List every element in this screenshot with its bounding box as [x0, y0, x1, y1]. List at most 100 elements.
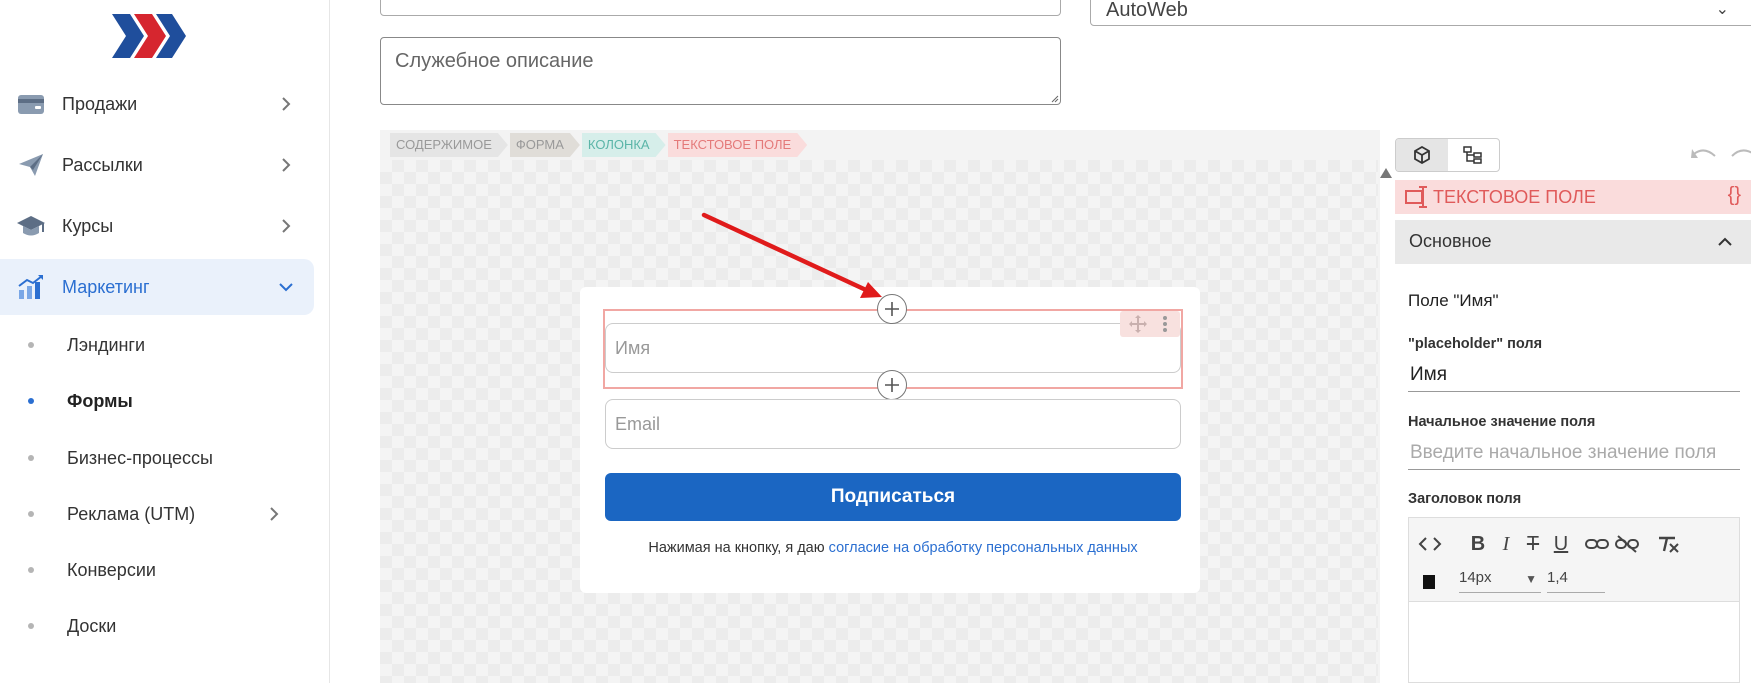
- bullet-icon: [28, 567, 34, 573]
- code-braces-button[interactable]: {}: [1728, 184, 1741, 207]
- link-icon[interactable]: [1584, 532, 1610, 556]
- chevron-right-icon: [270, 507, 279, 521]
- unlink-icon[interactable]: [1614, 532, 1640, 556]
- field-title: Поле "Имя": [1408, 291, 1499, 310]
- underline-icon[interactable]: U: [1548, 532, 1574, 556]
- code-view-icon[interactable]: [1417, 532, 1443, 556]
- sidebar-subitem-landings[interactable]: Лэндинги: [0, 325, 314, 365]
- chevron-right-icon: [282, 158, 291, 172]
- sidebar-subitem-label: Формы: [67, 390, 133, 411]
- placeholder-input[interactable]: Имя: [1408, 360, 1740, 392]
- element-header: ТЕКСТОВОЕ ПОЛЕ {}: [1395, 180, 1751, 214]
- site-select[interactable]: AutoWeb ⌄: [1090, 0, 1751, 26]
- font-size-value: 14px: [1459, 569, 1492, 586]
- line-height-input[interactable]: 1,4: [1547, 569, 1605, 593]
- sidebar: Продажи Рассылки Курсы Маркетинг Лэндинг…: [0, 0, 330, 683]
- logo-icon: [112, 14, 186, 58]
- element-tools: [1120, 311, 1180, 337]
- name-field[interactable]: Имя: [605, 323, 1181, 373]
- chevron-right-icon: [282, 97, 291, 111]
- resize-grip-icon[interactable]: [1051, 95, 1059, 103]
- caret-down-icon: ▼: [1525, 572, 1537, 586]
- bullet-icon: [28, 511, 34, 517]
- consent-text-prefix: Нажимая на кнопку, я даю: [648, 540, 829, 556]
- sidebar-item-label: Рассылки: [62, 154, 143, 175]
- sidebar-subitem-conversions[interactable]: Конверсии: [0, 550, 314, 590]
- name-field-placeholder: Имя: [615, 338, 651, 358]
- chevron-down-icon: [279, 283, 293, 292]
- sidebar-subitem-label: Реклама (UTM): [67, 503, 196, 524]
- bullet-icon: [28, 398, 34, 404]
- bullet-icon: [28, 342, 34, 348]
- chart-growth-icon: [16, 272, 46, 302]
- sidebar-item-label: Курсы: [62, 215, 114, 236]
- element-title: ТЕКСТОВОЕ ПОЛЕ: [1433, 187, 1596, 207]
- sidebar-item-mailings[interactable]: Рассылки: [0, 137, 314, 193]
- subscribe-button[interactable]: Подписаться: [605, 473, 1181, 521]
- description-textarea[interactable]: Служебное описание: [380, 37, 1061, 105]
- breadcrumb-item-text-field[interactable]: ТЕКСТОВОЕ ПОЛЕ: [668, 133, 808, 157]
- sidebar-subitem-label: Конверсии: [67, 559, 156, 580]
- more-vertical-icon[interactable]: [1160, 314, 1170, 334]
- section-basic-label: Основное: [1409, 231, 1492, 251]
- site-select-value: AutoWeb: [1106, 0, 1188, 21]
- text-field-icon: [1405, 186, 1427, 208]
- email-field[interactable]: Email: [605, 399, 1181, 449]
- sidebar-subitem-utm[interactable]: Реклама (UTM): [0, 494, 314, 534]
- sidebar-subitem-label: Бизнес-процессы: [67, 447, 213, 468]
- breadcrumb: СОДЕРЖИМОЕ ФОРМА КОЛОНКА ТЕКСТОВОЕ ПОЛЕ: [390, 133, 809, 157]
- breadcrumb-item-form[interactable]: ФОРМА: [510, 133, 580, 157]
- sidebar-item-label: Маркетинг: [62, 276, 150, 297]
- bold-icon[interactable]: B: [1465, 532, 1491, 556]
- italic-icon[interactable]: I: [1493, 532, 1519, 556]
- graduation-cap-icon: [16, 211, 46, 241]
- bullet-icon: [28, 623, 34, 629]
- chevron-up-icon: [1718, 237, 1732, 246]
- redo-icon[interactable]: [1730, 146, 1751, 166]
- cube-icon: [1413, 146, 1430, 164]
- undo-icon[interactable]: [1690, 146, 1718, 166]
- sidebar-item-marketing[interactable]: Маркетинг: [0, 259, 314, 315]
- sidebar-subitem-forms[interactable]: Формы: [0, 381, 314, 421]
- sidebar-item-label: Продажи: [62, 93, 138, 114]
- breadcrumb-item-column[interactable]: КОЛОНКА: [582, 133, 666, 157]
- sidebar-subitem-label: Доски: [67, 615, 117, 636]
- section-basic-header[interactable]: Основное: [1395, 220, 1751, 264]
- sidebar-subitem-business-processes[interactable]: Бизнес-процессы: [0, 438, 314, 478]
- panel-tabs: [1395, 138, 1500, 172]
- tab-structure[interactable]: [1448, 139, 1500, 171]
- wallet-icon: [16, 89, 46, 119]
- sidebar-subitem-label: Лэндинги: [67, 334, 146, 355]
- red-arrow-annotation: [701, 212, 882, 298]
- description-placeholder: Служебное описание: [395, 50, 594, 72]
- tab-element[interactable]: [1396, 139, 1448, 171]
- sidebar-subitem-boards[interactable]: Доски: [0, 606, 314, 646]
- line-height-value: 1,4: [1547, 569, 1568, 586]
- email-field-placeholder: Email: [615, 414, 661, 434]
- initial-value-input[interactable]: Введите начальное значение поля: [1408, 438, 1740, 470]
- consent-text: Нажимая на кнопку, я даю согласие на обр…: [605, 540, 1181, 556]
- tree-structure-icon: [1463, 146, 1482, 164]
- font-size-select[interactable]: 14px ▼: [1459, 569, 1541, 593]
- consent-link[interactable]: согласие на обработку персональных данны…: [829, 540, 1138, 556]
- sidebar-item-courses[interactable]: Курсы: [0, 198, 314, 254]
- paper-plane-icon: [16, 150, 46, 180]
- bullet-icon: [28, 455, 34, 461]
- strikethrough-icon[interactable]: T: [1520, 532, 1546, 556]
- rich-text-toolbar: B I T U 14px ▼ 1,4: [1409, 518, 1739, 602]
- chevron-down-icon: ⌄: [1715, 1, 1729, 18]
- form-name-input[interactable]: [380, 0, 1061, 16]
- plus-icon: [885, 378, 899, 392]
- chevron-right-icon: [282, 219, 291, 233]
- text-color-swatch[interactable]: [1423, 575, 1435, 589]
- initial-value-label: Начальное значение поля: [1408, 414, 1596, 430]
- clear-format-icon[interactable]: [1655, 532, 1681, 556]
- scroll-up-icon[interactable]: [1380, 168, 1392, 178]
- heading-label: Заголовок поля: [1408, 491, 1522, 507]
- sidebar-item-sales[interactable]: Продажи: [0, 76, 314, 132]
- placeholder-label: "placeholder" поля: [1408, 336, 1543, 352]
- add-below-button[interactable]: [877, 370, 907, 400]
- breadcrumb-item-content[interactable]: СОДЕРЖИМОЕ: [390, 133, 508, 157]
- rich-text-editor[interactable]: B I T U 14px ▼ 1,4: [1408, 517, 1740, 683]
- move-icon[interactable]: [1128, 314, 1148, 334]
